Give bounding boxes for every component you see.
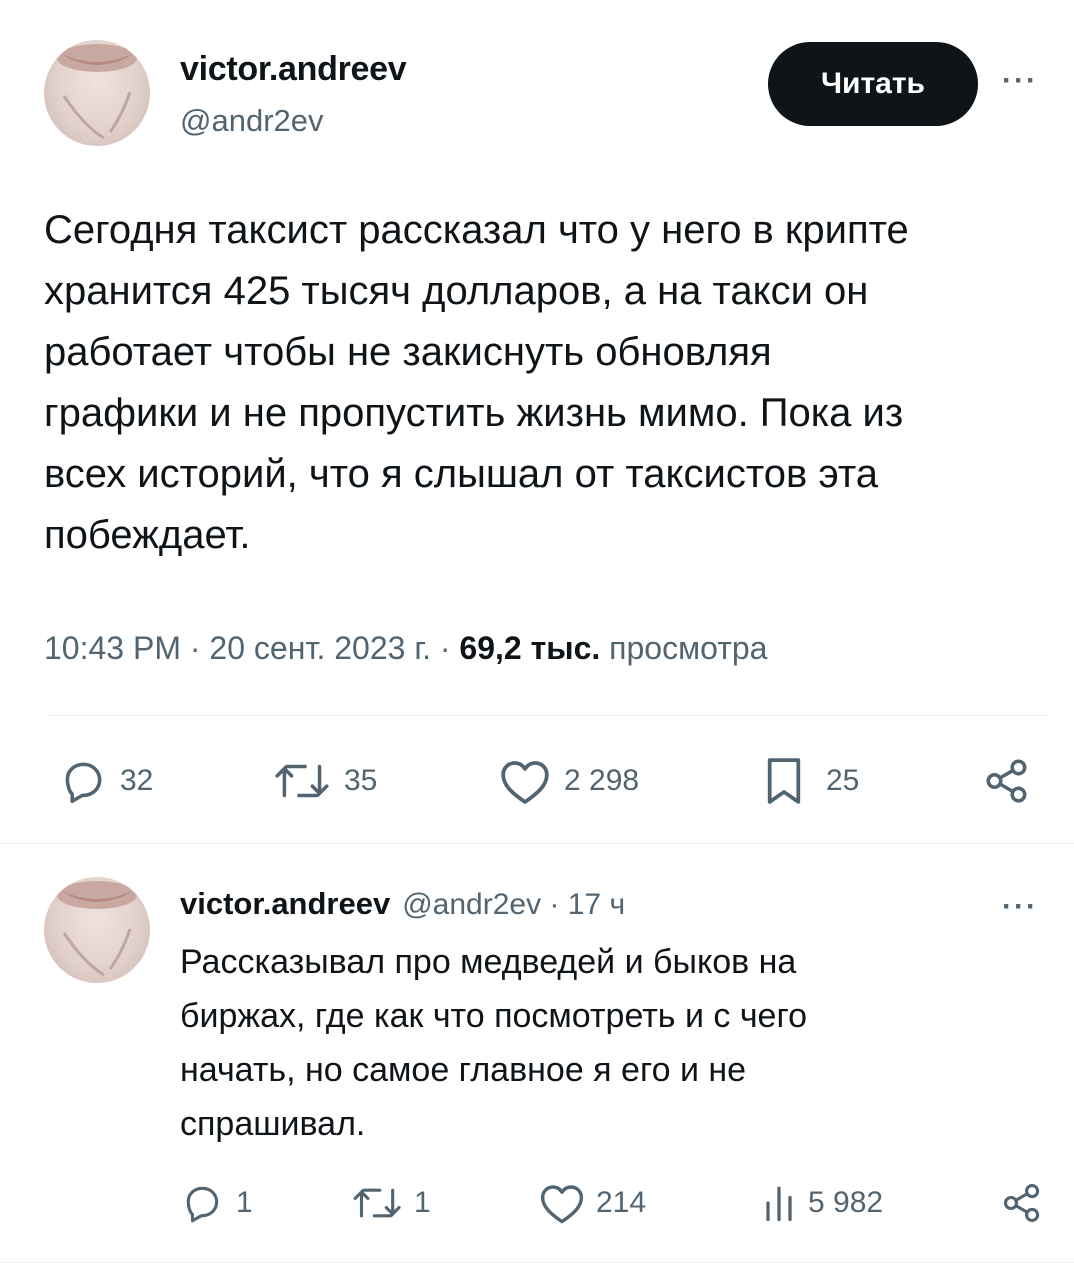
reply-text-line: спрашивал. bbox=[180, 1105, 366, 1143]
repost-button[interactable]: 35 bbox=[272, 756, 377, 806]
reply-count: 32 bbox=[120, 764, 154, 797]
reply-share-button[interactable] bbox=[1000, 1181, 1044, 1225]
retweet-arrows-icon bbox=[353, 1188, 401, 1218]
thread-divider bbox=[0, 843, 1074, 844]
reply-repost-button[interactable]: 1 bbox=[350, 1181, 431, 1225]
reply-like-count: 214 bbox=[596, 1186, 647, 1219]
reply-like-button[interactable]: 214 bbox=[538, 1181, 646, 1225]
more-options-icon[interactable]: ··· bbox=[1002, 64, 1038, 98]
author-avatar[interactable] bbox=[44, 40, 150, 146]
author-display-name[interactable]: victor.andreev bbox=[180, 50, 407, 89]
reply-reply-count: 1 bbox=[236, 1186, 253, 1219]
views-count: 69,2 тыс. bbox=[459, 630, 601, 666]
reply-header: victor.andreev @andr2ev · 17 ч bbox=[180, 886, 625, 922]
share-nodes-icon bbox=[1003, 1184, 1040, 1222]
retweet-arrows-icon bbox=[275, 764, 329, 798]
reply-text-line: биржах, где как что посмотреть и с чего bbox=[180, 997, 808, 1035]
follow-button[interactable]: Читать bbox=[768, 42, 978, 126]
tweet-text-line: графики и не пропустить жизнь мимо. Пока… bbox=[44, 391, 904, 435]
bookmark-button[interactable]: 25 bbox=[762, 754, 859, 808]
tweet-meta: 10:43 PM · 20 сент. 2023 г. · 69,2 тыс. … bbox=[44, 630, 767, 667]
reply-author-avatar[interactable] bbox=[44, 877, 150, 983]
tweet-text: Сегодня таксист рассказал что у него в к… bbox=[44, 200, 1044, 566]
bookmark-icon bbox=[767, 758, 801, 804]
speech-bubble-icon bbox=[186, 1186, 219, 1223]
bar-chart-icon bbox=[766, 1186, 792, 1222]
repost-count: 35 bbox=[344, 764, 378, 797]
reply-views-button[interactable]: 5 982 bbox=[760, 1181, 883, 1225]
views-label: просмотра bbox=[600, 630, 768, 666]
reply-button[interactable]: 32 bbox=[58, 756, 153, 806]
heart-icon bbox=[501, 761, 549, 804]
reply-more-options-icon[interactable]: ··· bbox=[1002, 890, 1038, 924]
speech-bubble-icon bbox=[65, 762, 102, 803]
reply-reply-button[interactable]: 1 bbox=[180, 1181, 253, 1225]
author-handle[interactable]: @andr2ev bbox=[180, 103, 324, 139]
bottom-divider bbox=[0, 1262, 1074, 1263]
tweet-text-line: работает чтобы не закиснуть обновляя bbox=[44, 330, 772, 374]
reply-author-display-name[interactable]: victor.andreev bbox=[180, 886, 390, 922]
like-button[interactable]: 2 298 bbox=[498, 756, 639, 806]
reply-views-count: 5 982 bbox=[808, 1186, 884, 1219]
tweet-text-line: хранится 425 тысяч долларов, а на такси … bbox=[44, 269, 869, 313]
like-count: 2 298 bbox=[564, 764, 640, 797]
reply-repost-count: 1 bbox=[414, 1186, 431, 1219]
bookmark-count: 25 bbox=[826, 764, 860, 797]
reply-text-line: Рассказывал про медведей и быков на bbox=[180, 943, 797, 981]
share-nodes-icon bbox=[986, 759, 1027, 803]
tweet-text-line: Сегодня таксист рассказал что у него в к… bbox=[44, 208, 909, 252]
reply-handle-and-time[interactable]: @andr2ev · 17 ч bbox=[402, 888, 625, 922]
tweet-text-line: побеждает. bbox=[44, 513, 251, 557]
share-button[interactable] bbox=[982, 756, 1032, 806]
tweet-text-line: всех историй, что я слышал от таксистов … bbox=[44, 452, 878, 496]
heart-icon bbox=[540, 1185, 584, 1224]
reply-text: Рассказывал про медведей и быков на бирж… bbox=[180, 935, 1040, 1151]
tweet-timestamp[interactable]: 10:43 PM · 20 сент. 2023 г. · bbox=[44, 630, 459, 666]
reply-text-line: начать, но самое главное я его и не bbox=[180, 1051, 747, 1089]
divider bbox=[44, 715, 1049, 716]
